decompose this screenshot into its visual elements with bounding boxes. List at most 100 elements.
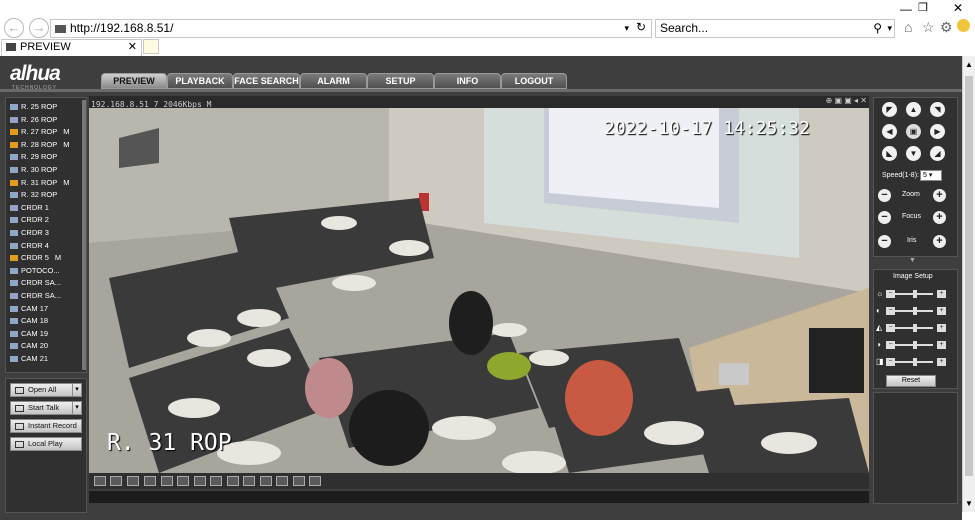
saturation-slider[interactable]	[893, 324, 933, 332]
iris-close-button[interactable]: −	[878, 235, 891, 248]
channel-item[interactable]: CRDR 2	[10, 214, 55, 226]
tab-logout[interactable]: LOGOUT	[501, 73, 567, 89]
channel-item[interactable]: CRDR 5 M	[10, 252, 61, 264]
layout-36-button[interactable]	[309, 476, 321, 486]
zoom-out-button[interactable]: −	[878, 189, 891, 202]
minimize-icon[interactable]: —	[900, 2, 912, 16]
instant-record-button[interactable]: Instant Record	[10, 419, 82, 433]
channel-item[interactable]: CRDR 3	[10, 227, 55, 239]
search-dropdown-icon[interactable]: ▾	[887, 20, 892, 37]
tab-preview[interactable]: PREVIEW	[101, 73, 167, 89]
contrast-knob[interactable]	[913, 307, 917, 315]
open-all-dropdown[interactable]: ▾	[72, 383, 82, 397]
ptz-left-button[interactable]: ◀	[882, 124, 897, 139]
layout-1-button[interactable]	[94, 476, 106, 486]
channel-item[interactable]: R. 29 ROP	[10, 151, 63, 163]
channel-item[interactable]: R. 28 ROP M	[10, 139, 70, 151]
channel-item[interactable]: POTOCO...	[10, 265, 66, 277]
new-tab-button[interactable]	[143, 39, 159, 54]
layout-e-button[interactable]	[260, 476, 272, 486]
channel-item[interactable]: R. 32 ROP	[10, 189, 63, 201]
ptz-down-button[interactable]: ▼	[906, 146, 921, 161]
layout-4-button[interactable]	[110, 476, 122, 486]
dropdown-icon[interactable]: ▾	[624, 20, 629, 37]
browser-tab[interactable]: PREVIEW ✕	[1, 39, 142, 56]
saturation-plus[interactable]: +	[937, 324, 946, 332]
gamma-slider[interactable]	[893, 358, 933, 366]
channel-item[interactable]: CRDR 4	[10, 240, 55, 252]
ptz-right-button[interactable]: ▶	[930, 124, 945, 139]
gamma-knob[interactable]	[913, 358, 917, 366]
tab-alarm[interactable]: ALARM	[300, 73, 367, 89]
channel-item[interactable]: CRDR SA...	[10, 277, 67, 289]
layout-f-button[interactable]	[276, 476, 288, 486]
close-tab-icon[interactable]: ✕	[128, 40, 137, 55]
ptz-upleft-button[interactable]: ◤	[882, 102, 897, 117]
channel-item[interactable]: R. 27 ROP M	[10, 126, 70, 138]
channel-item[interactable]: R. 30 ROP	[10, 164, 63, 176]
ptz-downright-button[interactable]: ◢	[930, 146, 945, 161]
tab-info[interactable]: INFO	[434, 73, 501, 89]
channel-item[interactable]: R. 31 ROP M	[10, 177, 70, 189]
ptz-up-button[interactable]: ▲	[906, 102, 921, 117]
scroll-up-icon[interactable]: ▲	[963, 60, 975, 69]
camera-feed[interactable]: 2022-10-17 14:25:32 R. 31 ROP	[89, 108, 869, 473]
brightness-knob[interactable]	[913, 290, 917, 298]
hue-knob[interactable]	[913, 341, 917, 349]
iris-open-button[interactable]: +	[933, 235, 946, 248]
contrast-slider[interactable]	[893, 307, 933, 315]
gear-icon[interactable]: ⚙	[940, 19, 953, 36]
tab-playback[interactable]: PLAYBACK	[167, 73, 233, 89]
ptz-collapse-icon[interactable]: ▼	[909, 257, 916, 264]
brightness-slider[interactable]	[893, 290, 933, 298]
saturation-knob[interactable]	[913, 324, 917, 332]
local-play-button[interactable]: Local Play	[10, 437, 82, 451]
focus-out-button[interactable]: −	[878, 211, 891, 224]
layout-9-button[interactable]	[127, 476, 139, 486]
zoom-in-button[interactable]: +	[933, 189, 946, 202]
address-bar[interactable]: http://192.168.8.51/ ▾ ↻	[50, 19, 652, 38]
hue-slider[interactable]	[893, 341, 933, 349]
channel-item[interactable]: CAM 20	[10, 340, 54, 352]
layout-d-button[interactable]	[243, 476, 255, 486]
search-icon[interactable]: ⚲	[873, 20, 882, 37]
close-window-icon[interactable]: ✕	[953, 1, 965, 15]
video-toolbar-icons[interactable]: ⊕ ▣ ▣ ◂ ✕	[826, 96, 867, 105]
channel-item[interactable]: CAM 21	[10, 353, 54, 365]
smiley-icon[interactable]	[957, 19, 970, 32]
tab-setup[interactable]: SETUP	[367, 73, 434, 89]
scroll-thumb[interactable]	[965, 76, 973, 476]
layout-grid-button[interactable]	[177, 476, 189, 486]
tab-face-search[interactable]: FACE SEARCH	[233, 73, 300, 89]
search-input[interactable]: Search...	[660, 21, 708, 35]
channel-scrollbar[interactable]	[82, 100, 86, 370]
speed-select[interactable]: 5 ▾	[920, 170, 942, 181]
layout-b-button[interactable]	[210, 476, 222, 486]
favorites-icon[interactable]: ☆	[922, 19, 935, 36]
layout-25-button[interactable]	[293, 476, 305, 486]
scroll-down-icon[interactable]: ▼	[965, 499, 973, 508]
ptz-downleft-button[interactable]: ◣	[882, 146, 897, 161]
home-icon[interactable]: ⌂	[904, 19, 912, 35]
refresh-icon[interactable]: ↻	[636, 19, 646, 36]
forward-button[interactable]: →	[29, 18, 49, 38]
ptz-center-button[interactable]: ▣	[906, 124, 921, 139]
layout-single-button[interactable]	[161, 476, 173, 486]
contrast-plus[interactable]: +	[937, 307, 946, 315]
start-talk-dropdown[interactable]: ▾	[72, 401, 82, 415]
scrollbar[interactable]: ▲ ▼	[962, 56, 975, 512]
channel-item[interactable]: CRDR 1	[10, 202, 55, 214]
focus-in-button[interactable]: +	[933, 211, 946, 224]
channel-item[interactable]: CAM 19	[10, 328, 54, 340]
gamma-plus[interactable]: +	[937, 358, 946, 366]
layout-c-button[interactable]	[227, 476, 239, 486]
back-button[interactable]: ←	[4, 18, 24, 38]
layout-split-button[interactable]	[144, 476, 156, 486]
channel-item[interactable]: R. 25 ROP	[10, 101, 63, 113]
channel-item[interactable]: CAM 18	[10, 315, 54, 327]
hue-plus[interactable]: +	[937, 341, 946, 349]
channel-item[interactable]: R. 26 ROP	[10, 114, 63, 126]
layout-a-button[interactable]	[194, 476, 206, 486]
channel-item[interactable]: CAM 17	[10, 303, 54, 315]
reset-button[interactable]: Reset	[886, 375, 936, 387]
